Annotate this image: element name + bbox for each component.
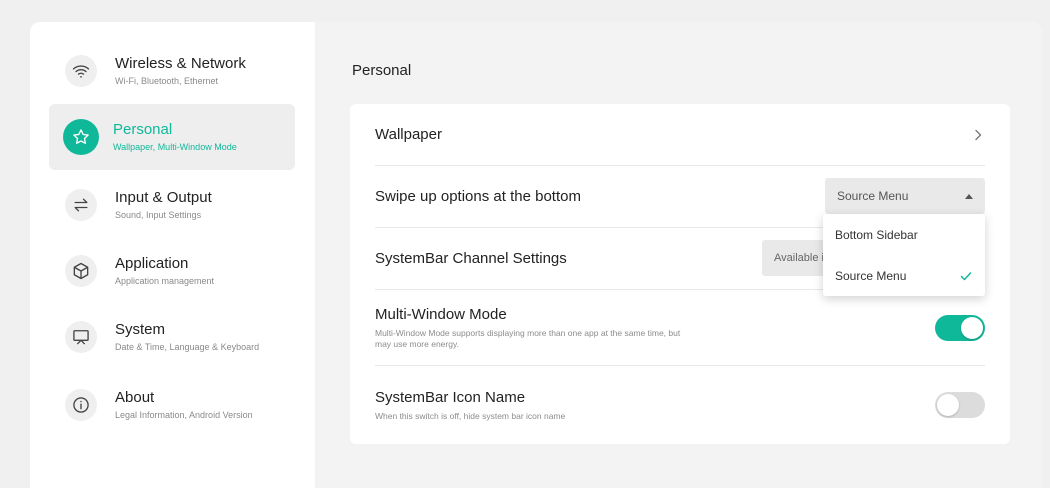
swap-arrows-icon (65, 189, 97, 221)
systembar-icon-name-toggle[interactable] (935, 392, 985, 418)
popup-option-source-menu[interactable]: Source Menu (823, 255, 985, 296)
sidebar-item-title: Application (115, 255, 189, 272)
wifi-icon (65, 55, 97, 87)
sidebar-item-subtitle: Wi-Fi, Bluetooth, Ethernet (115, 76, 219, 86)
swipe-options-dropdown[interactable]: Source Menu (825, 178, 985, 214)
settings-window: Wireless & Network Wi-Fi, Bluetooth, Eth… (30, 22, 1042, 488)
sidebar-item-subtitle: Legal Information, Android Version (115, 410, 253, 420)
toggle-knob (937, 394, 959, 416)
page-title: Personal (352, 62, 412, 79)
swipe-options-popup: Bottom Sidebar Source Menu (823, 214, 985, 296)
sidebar-item-subtitle: Application management (115, 276, 215, 286)
wallpaper-row[interactable]: Wallpaper (375, 104, 985, 166)
sidebar-item-subtitle: Wallpaper, Multi-Window Mode (113, 142, 237, 152)
popup-option-label: Source Menu (835, 268, 907, 283)
info-icon (65, 389, 97, 421)
sidebar-item-title: System (115, 321, 166, 338)
multi-window-row: Multi-Window Mode Multi-Window Mode supp… (375, 290, 985, 366)
sidebar-item-title: About (115, 389, 155, 406)
sidebar-item-application[interactable]: Application Application management (49, 238, 295, 304)
popup-option-label: Bottom Sidebar (835, 227, 918, 242)
sidebar-item-subtitle: Date & Time, Language & Keyboard (115, 342, 260, 352)
sidebar-item-title: Personal (113, 121, 173, 138)
swipe-options-title: Swipe up options at the bottom (375, 188, 581, 205)
sidebar-item-subtitle: Sound, Input Settings (115, 210, 202, 220)
main-panel: Personal Wallpaper Swipe up options at t… (315, 22, 1042, 488)
sidebar-item-title: Wireless & Network (115, 55, 246, 72)
sidebar: Wireless & Network Wi-Fi, Bluetooth, Eth… (30, 22, 315, 488)
toggle-knob (961, 316, 983, 339)
wallpaper-title: Wallpaper (375, 126, 442, 143)
star-icon (63, 119, 99, 155)
cube-icon (65, 255, 97, 287)
sidebar-item-wireless-network[interactable]: Wireless & Network Wi-Fi, Bluetooth, Eth… (49, 38, 295, 104)
systembar-icon-name-row: SystemBar Icon Name When this switch is … (375, 366, 985, 444)
chevron-right-icon (971, 128, 985, 142)
popup-option-bottom-sidebar[interactable]: Bottom Sidebar (823, 214, 985, 255)
check-icon (959, 269, 973, 283)
systembar-icon-name-description: When this switch is off, hide system bar… (375, 410, 566, 421)
monitor-icon (65, 321, 97, 353)
multi-window-toggle[interactable] (935, 314, 985, 341)
caret-up-icon (965, 193, 973, 199)
systembar-channel-title: SystemBar Channel Settings (375, 250, 567, 267)
multi-window-title: Multi-Window Mode (375, 305, 507, 323)
sidebar-item-title: Input & Output (115, 189, 212, 206)
sidebar-item-input-output[interactable]: Input & Output Sound, Input Settings (49, 172, 295, 238)
multi-window-description: Multi-Window Mode supports displaying mo… (375, 327, 681, 349)
sidebar-item-system[interactable]: System Date & Time, Language & Keyboard (49, 304, 295, 370)
systembar-icon-name-title: SystemBar Icon Name (375, 388, 526, 406)
sidebar-item-about[interactable]: About Legal Information, Android Version (49, 372, 295, 438)
sidebar-item-personal[interactable]: Personal Wallpaper, Multi-Window Mode (49, 104, 295, 170)
dropdown-selected-value: Source Menu (837, 189, 909, 203)
